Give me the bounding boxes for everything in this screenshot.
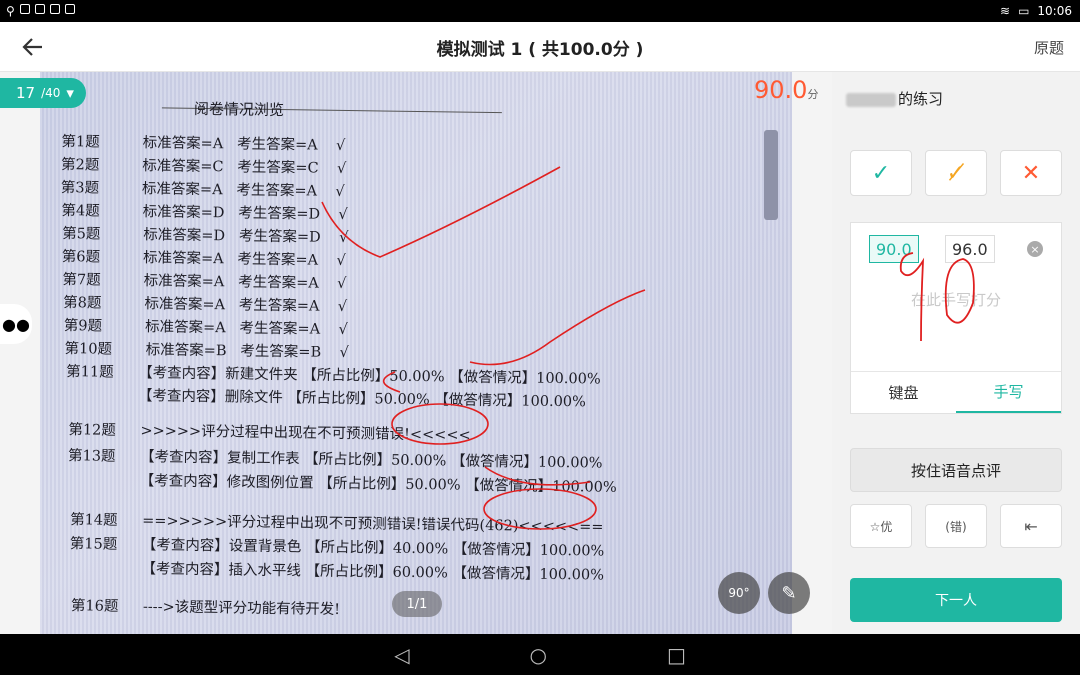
chevron-down-icon: ▾ bbox=[66, 84, 74, 102]
score-value: 90.0 bbox=[754, 76, 808, 104]
voice-comment-button[interactable]: 按住语音点评 bbox=[850, 448, 1062, 492]
pen-circle bbox=[483, 488, 597, 530]
student-practice-title: 的练习 bbox=[846, 88, 943, 109]
excellent-label: 优 bbox=[880, 519, 893, 534]
image-pager: 1/1 bbox=[392, 591, 442, 617]
question-score: 90.0分 bbox=[754, 76, 818, 104]
annotate-button[interactable]: ✎ bbox=[768, 572, 810, 614]
pen-circle bbox=[391, 403, 489, 445]
system-nav-bar: ◁ ○ □ bbox=[0, 634, 1080, 675]
error-label: 错 bbox=[949, 519, 962, 534]
next-student-button[interactable]: 下一人 bbox=[850, 578, 1062, 622]
mark-half-correct-button[interactable]: ✓̸ bbox=[925, 150, 987, 196]
check-icon: ✓ bbox=[871, 160, 891, 186]
mark-wrong-button[interactable]: ✕ bbox=[1000, 150, 1062, 196]
pen-stroke bbox=[484, 466, 591, 486]
rotate-button[interactable]: 90° bbox=[718, 572, 760, 614]
page-total: /40 bbox=[41, 86, 61, 100]
answer-image-viewer[interactable]: 阅卷情况浏览 第1题 标准答案=A 考生答案=A √ 第2题 标准答案=C 考生答… bbox=[0, 72, 832, 634]
mark-correct-button[interactable]: ✓ bbox=[850, 150, 912, 196]
exit-icon: ⇤ bbox=[1024, 516, 1038, 536]
cross-icon: ✕ bbox=[1021, 160, 1041, 186]
pen-stroke bbox=[382, 371, 401, 393]
score-unit: 分 bbox=[807, 88, 819, 101]
rotate-icon: 90° bbox=[728, 586, 750, 600]
notification-icon bbox=[34, 4, 45, 14]
error-badge-icon: (错) bbox=[945, 519, 967, 534]
nav-recents-icon[interactable]: □ bbox=[667, 643, 686, 667]
exit-button[interactable]: ⇤ bbox=[1000, 504, 1062, 548]
error-stamp-button[interactable]: (错) bbox=[925, 504, 987, 548]
assistant-mascot-icon[interactable]: ●● bbox=[0, 304, 32, 344]
battery-icon: ▭ bbox=[1018, 4, 1030, 18]
status-icons-left: ⚲ bbox=[6, 4, 75, 18]
notification-icon bbox=[64, 4, 75, 14]
pen-annotations bbox=[321, 166, 646, 530]
status-time: 10:06 bbox=[1037, 4, 1072, 18]
question-page-selector[interactable]: 17/40 ▾ bbox=[0, 78, 86, 108]
score-input-card[interactable]: 90.0 96.0 × 在此手写打分 键盘 手写 bbox=[850, 222, 1062, 414]
handwritten-score bbox=[899, 252, 975, 342]
student-practice-label: 的练习 bbox=[898, 90, 944, 108]
nav-back-icon[interactable]: ◁ bbox=[394, 643, 409, 667]
app-bar: 模拟测试 1 ( 共100.0分 ) 原题 bbox=[0, 22, 1080, 72]
input-mode-tabs: 键盘 手写 bbox=[851, 371, 1061, 413]
pen-check-mark bbox=[321, 166, 561, 258]
star-badge-icon: ☆优 bbox=[869, 519, 893, 534]
answer-photo: 阅卷情况浏览 第1题 标准答案=A 考生答案=A √ 第2题 标准答案=C 考生答… bbox=[40, 72, 792, 634]
location-icon: ⚲ bbox=[6, 4, 15, 18]
original-question-link[interactable]: 原题 bbox=[1034, 37, 1064, 58]
page-current: 17 bbox=[16, 84, 36, 102]
nav-home-icon[interactable]: ○ bbox=[530, 643, 547, 667]
notification-icon bbox=[49, 4, 60, 14]
excellent-stamp-button[interactable]: ☆优 bbox=[850, 504, 912, 548]
wifi-icon: ≋ bbox=[1000, 4, 1011, 18]
status-icons-right: ≋ ▭ 10:06 bbox=[1000, 4, 1072, 18]
page-title: 模拟测试 1 ( 共100.0分 ) bbox=[436, 40, 644, 60]
notification-icon bbox=[19, 4, 30, 14]
pen-check-mark bbox=[469, 289, 646, 366]
pencil-icon: ✎ bbox=[781, 582, 797, 604]
status-bar: ⚲ ≋ ▭ 10:06 bbox=[0, 0, 1080, 22]
tab-handwrite[interactable]: 手写 bbox=[956, 372, 1061, 413]
tab-keyboard[interactable]: 键盘 bbox=[851, 372, 956, 413]
student-name-redacted bbox=[846, 92, 896, 107]
grading-panel: 的练习 ✓ ✓̸ ✕ 90.0 96.0 × 在此手写打分 键盘 手写 按住语音… bbox=[832, 72, 1080, 634]
half-check-icon: ✓̸ bbox=[946, 160, 966, 186]
